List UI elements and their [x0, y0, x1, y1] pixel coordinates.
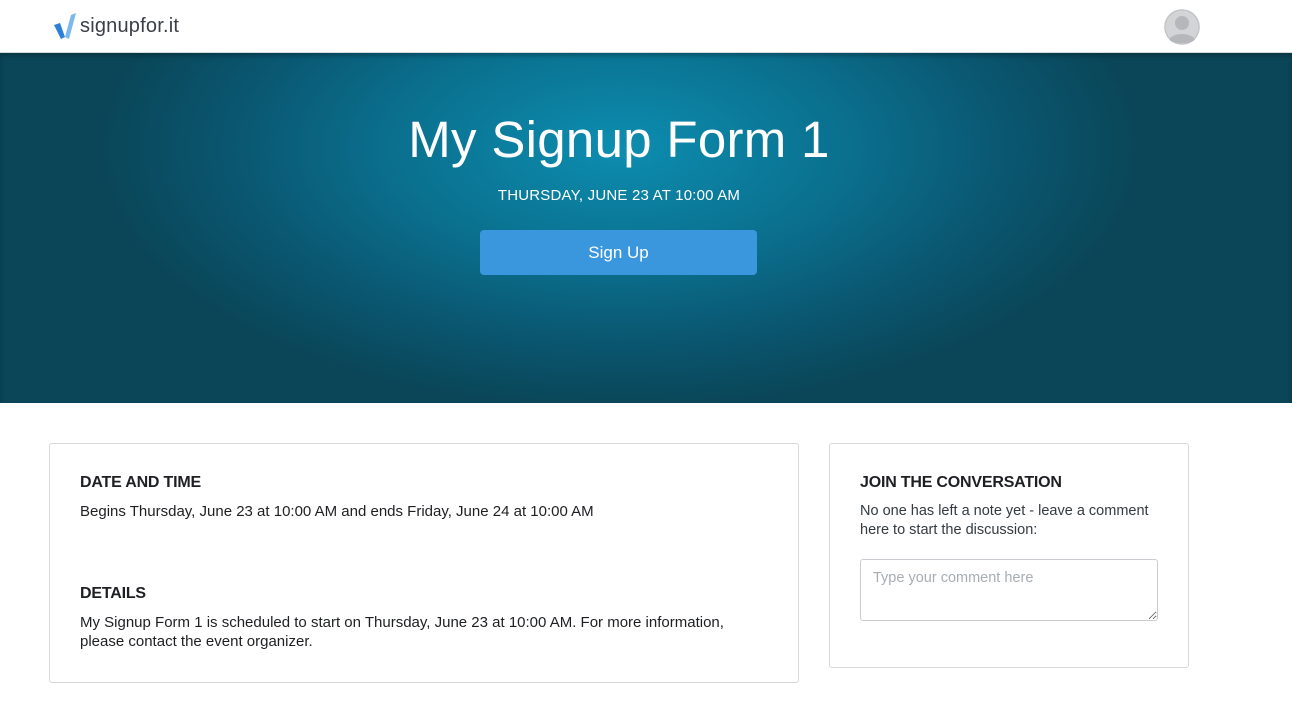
details-text-line-2: please contact the event organizer.: [80, 633, 313, 650]
sign-up-button[interactable]: Sign Up: [480, 230, 757, 275]
logo-text: signupfor.it: [80, 14, 180, 37]
check-mark-logo-icon: [54, 13, 76, 39]
no-notes-text-line-1: No one has left a note yet - leave a com…: [860, 503, 1149, 519]
date-and-time-heading: DATE AND TIME: [80, 474, 201, 491]
conversation-card: JOIN THE CONVERSATION No one has left a …: [829, 443, 1189, 668]
comment-input[interactable]: [860, 559, 1158, 621]
top-navigation-bar: signupfor.it: [0, 0, 1292, 53]
no-notes-text-line-2: here to start the discussion:: [860, 522, 1038, 538]
event-title: My Signup Form 1: [408, 111, 830, 168]
event-hero-banner: My Signup Form 1 THURSDAY, JUNE 23 AT 10…: [0, 53, 1292, 403]
event-datetime: THURSDAY, JUNE 23 AT 10:00 AM: [497, 187, 741, 204]
user-avatar-button[interactable]: [1164, 9, 1200, 45]
site-logo-link[interactable]: signupfor.it: [54, 12, 179, 40]
event-details-card: DATE AND TIME Begins Thursday, June 23 a…: [49, 443, 799, 683]
details-text-line-1: My Signup Form 1 is scheduled to start o…: [80, 614, 724, 631]
date-and-time-text: Begins Thursday, June 23 at 10:00 AM and…: [80, 503, 594, 520]
user-avatar-icon: [1164, 9, 1200, 45]
join-conversation-heading: JOIN THE CONVERSATION: [860, 474, 1062, 491]
details-heading: DETAILS: [80, 585, 146, 602]
